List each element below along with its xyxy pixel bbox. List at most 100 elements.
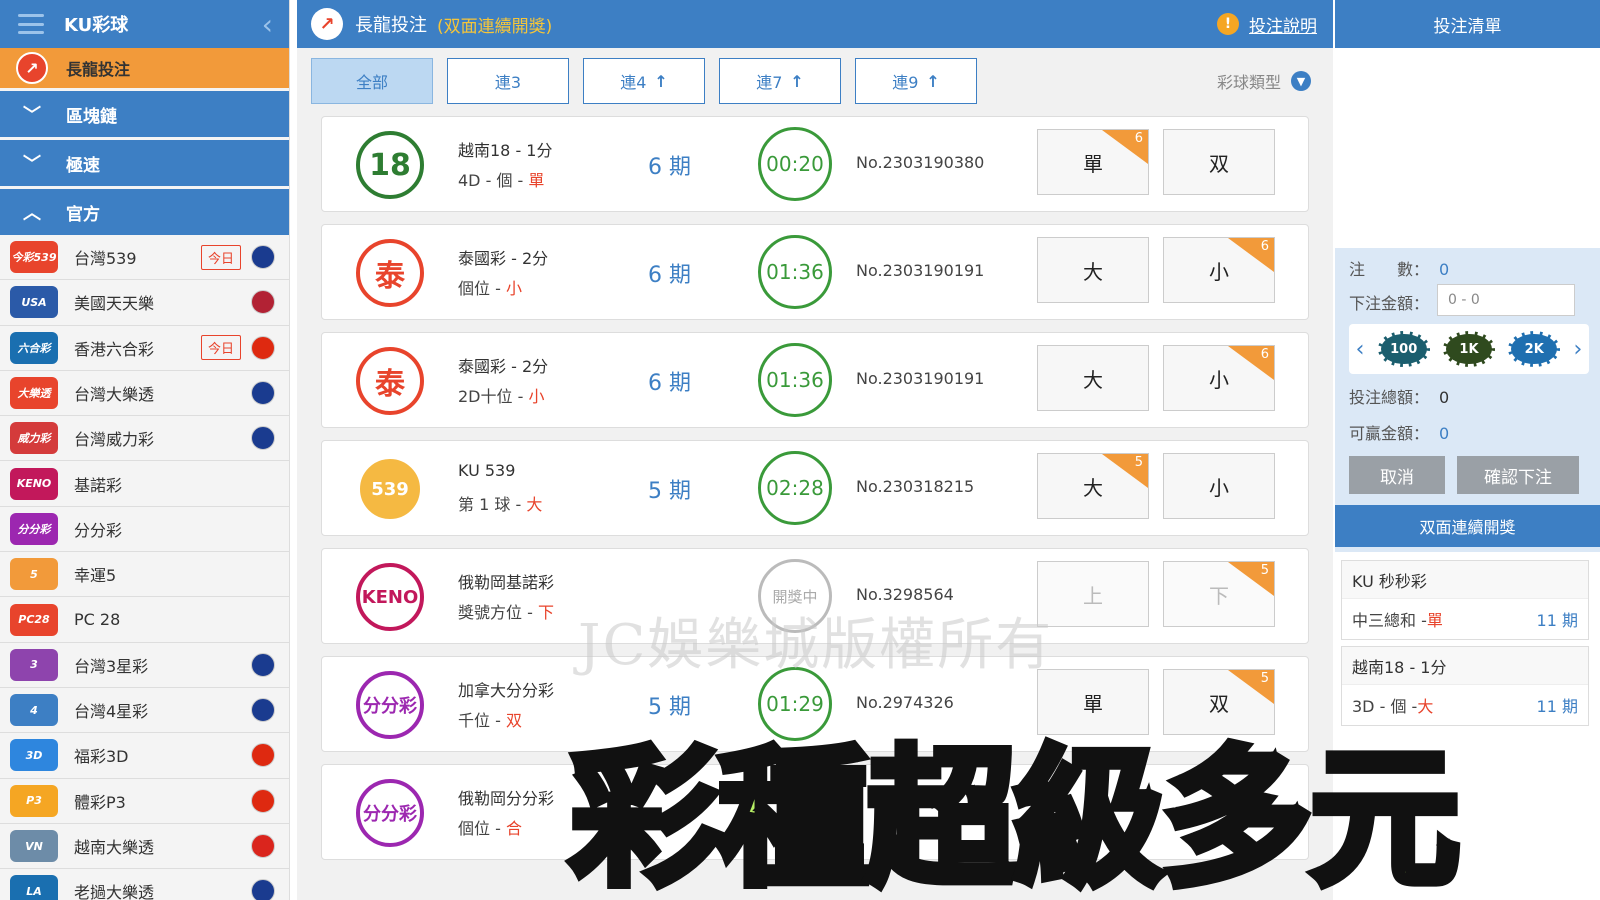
- tab-streak-1[interactable]: 連3: [447, 58, 569, 104]
- sidebar-item[interactable]: 今彩539 台灣539 今日: [0, 235, 289, 281]
- streak-count: 5: [1260, 563, 1269, 578]
- bet-total-row: 投注總額： 0: [1349, 384, 1449, 408]
- tab-streak-2[interactable]: 連4 ↑: [583, 58, 705, 104]
- tab-all[interactable]: 全部: [311, 58, 433, 104]
- lottery-logo-icon: PC28: [10, 603, 58, 636]
- sidebar-section-label: 官方: [66, 204, 100, 225]
- chip-2k[interactable]: 2K: [1508, 331, 1561, 367]
- streak-count: 5: [1134, 455, 1143, 470]
- today-badge: 今日: [200, 335, 241, 361]
- lottery-logo-icon: 分分彩: [356, 779, 424, 847]
- bet-option-button[interactable]: 大5: [1037, 453, 1149, 519]
- sidebar-item[interactable]: 分分彩 分分彩: [0, 506, 289, 553]
- chevron-right-icon[interactable]: ›: [1574, 337, 1583, 362]
- sidebar-section-blockchain[interactable]: ﹀ 區塊鏈: [0, 91, 289, 137]
- sidebar-item[interactable]: 5 幸運5: [0, 552, 289, 598]
- collapse-chevron-left-icon[interactable]: ‹: [262, 8, 273, 41]
- sidebar-item[interactable]: USA 美國天天樂: [0, 280, 289, 326]
- sidebar-item[interactable]: 3D 福彩3D: [0, 733, 289, 779]
- bet-total-value: 0: [1439, 388, 1450, 407]
- chip-1k[interactable]: 1K: [1442, 331, 1495, 367]
- main-panel: ↗ 長龍投注 (双面連續開獎) ! 投注說明 全部 連3 連4 ↑ 連7 ↑ 連9 ↑ 彩球類…: [297, 0, 1333, 900]
- sidebar-item[interactable]: 大樂透 台灣大樂透: [0, 370, 289, 417]
- issue-number: No.2303190380: [856, 153, 985, 172]
- confirm-bet-button[interactable]: 確認下注: [1457, 456, 1579, 494]
- countdown-timer: 01:36: [758, 343, 832, 417]
- bet-option-button[interactable]: 小6: [1163, 237, 1275, 303]
- sidebar-lottery-list: 今彩539 台灣539 今日 USA 美國天天樂 六合彩 香港六合彩 今日 大樂透 台灣大樂透 威力…: [0, 235, 289, 900]
- sidebar-item[interactable]: VN 越南大樂透: [0, 823, 289, 870]
- win-amount-label: 可贏金額：: [1349, 424, 1430, 443]
- play-result: 小: [528, 387, 545, 406]
- sidebar-item-long-dragon[interactable]: ↗ 長龍投注: [0, 48, 289, 88]
- tab-label: 連4: [620, 73, 647, 92]
- bet-option-button[interactable]: 大: [1037, 345, 1149, 411]
- streak-count: 5: [1260, 671, 1269, 686]
- streak-count: 6: [1260, 239, 1269, 254]
- cancel-button[interactable]: 取消: [1349, 456, 1445, 494]
- sidebar-section-label: 極速: [66, 155, 100, 176]
- help-link-group[interactable]: ! 投注說明: [1217, 12, 1317, 37]
- country-flag-icon: [251, 834, 275, 858]
- sidebar-item[interactable]: P3 體彩P3: [0, 778, 289, 824]
- play-type: 4D - 個 - 單: [458, 167, 544, 191]
- bet-option-button[interactable]: 小6: [1163, 345, 1275, 411]
- lottery-logo-icon: 大樂透: [10, 377, 58, 410]
- sidebar-item[interactable]: KENO 基諾彩: [0, 461, 289, 507]
- play-type: 個位 - 合: [458, 815, 522, 839]
- sidebar-item-label: 體彩P3: [74, 792, 126, 812]
- warning-icon: !: [1217, 13, 1239, 35]
- arrow-up-icon: ↑: [926, 71, 940, 91]
- page-subtitle: (双面連續開獎): [437, 16, 553, 37]
- chip-100[interactable]: 100: [1377, 331, 1430, 367]
- bet-option-button[interactable]: 双: [1163, 129, 1275, 195]
- help-link[interactable]: 投注說明: [1249, 12, 1317, 37]
- lottery-name: 越南18 - 1分: [458, 141, 553, 160]
- sidebar-item[interactable]: LA 老撾大樂透: [0, 869, 289, 900]
- chevron-down-icon: ﹀: [23, 105, 41, 126]
- lottery-row: 分分彩 加拿大分分彩 千位 - 双5 期 01:29 No.2974326 單双 5: [321, 656, 1309, 752]
- dragon-rows: 18 越南18 - 1分 4D - 個 - 單 6 期 00:20 No.23031903…: [297, 116, 1333, 900]
- bet-option-button[interactable]: 小: [1163, 453, 1275, 519]
- bet-count-label: 注 數：: [1349, 260, 1430, 279]
- bet-option-button[interactable]: 双5: [1163, 669, 1275, 735]
- sidebar-item[interactable]: 威力彩 台灣威力彩: [0, 416, 289, 462]
- sidebar-item[interactable]: 4 台灣4星彩: [0, 687, 289, 734]
- tab-streak-3[interactable]: 連7 ↑: [719, 58, 841, 104]
- hamburger-menu-icon[interactable]: [18, 14, 44, 34]
- play-type-label: 千位 -: [458, 711, 506, 730]
- lottery-logo-icon: P3: [10, 784, 58, 817]
- streak-periods: 6 期: [648, 263, 691, 288]
- play-type: 獎號方位 - 下: [458, 599, 554, 623]
- recent-draw-card: KU 秒秒彩 中三總和 - 單 11 期: [1341, 560, 1589, 640]
- sidebar-item-label: 美國天天樂: [74, 294, 155, 314]
- lottery-row: 泰泰國彩 - 2分 個位 - 小6 期 01:36 No.2303190191 大小 6: [321, 224, 1309, 320]
- chevron-down-icon: ﹀: [23, 154, 41, 175]
- sidebar-item[interactable]: 六合彩 香港六合彩 今日: [0, 325, 289, 371]
- lottery-logo-icon: 分分彩: [356, 671, 424, 739]
- double-side-section-title: 双面連續開獎: [1335, 505, 1600, 547]
- lottery-logo-icon: KENO: [10, 467, 58, 500]
- play-type-label: 第 1 球 -: [458, 495, 527, 514]
- streak-periods: 6 期: [648, 371, 691, 396]
- sidebar-item[interactable]: 3 台灣3星彩: [0, 642, 289, 688]
- sidebar-section-speed[interactable]: ﹀ 極速: [0, 140, 289, 186]
- bet-option-button[interactable]: 大: [1037, 237, 1149, 303]
- card-periods: 11 期: [1536, 697, 1578, 716]
- country-flag-icon: [251, 335, 275, 360]
- play-type: 第 1 球 - 大: [458, 491, 542, 515]
- country-flag-icon: [251, 245, 275, 270]
- chip-selector: ‹ 100 1K 2K ›: [1349, 324, 1589, 374]
- play-result: 小: [505, 279, 522, 298]
- bet-amount-input[interactable]: 0 - 0: [1437, 284, 1575, 316]
- tab-streak-4[interactable]: 連9 ↑: [855, 58, 977, 104]
- play-type: 個位 - 小: [458, 275, 522, 299]
- sidebar-item[interactable]: PC28 PC 28: [0, 597, 289, 643]
- lottery-type-filter[interactable]: 彩球類型 ▼: [1217, 69, 1311, 93]
- bet-option-button[interactable]: 單: [1037, 669, 1149, 735]
- trend-chart-icon: ↗: [16, 52, 48, 84]
- play-type: 千位 - 双: [458, 707, 522, 731]
- bet-option-button[interactable]: 單6: [1037, 129, 1149, 195]
- chevron-left-icon[interactable]: ‹: [1356, 337, 1365, 362]
- sidebar-section-official[interactable]: ︿ 官方: [0, 189, 289, 235]
